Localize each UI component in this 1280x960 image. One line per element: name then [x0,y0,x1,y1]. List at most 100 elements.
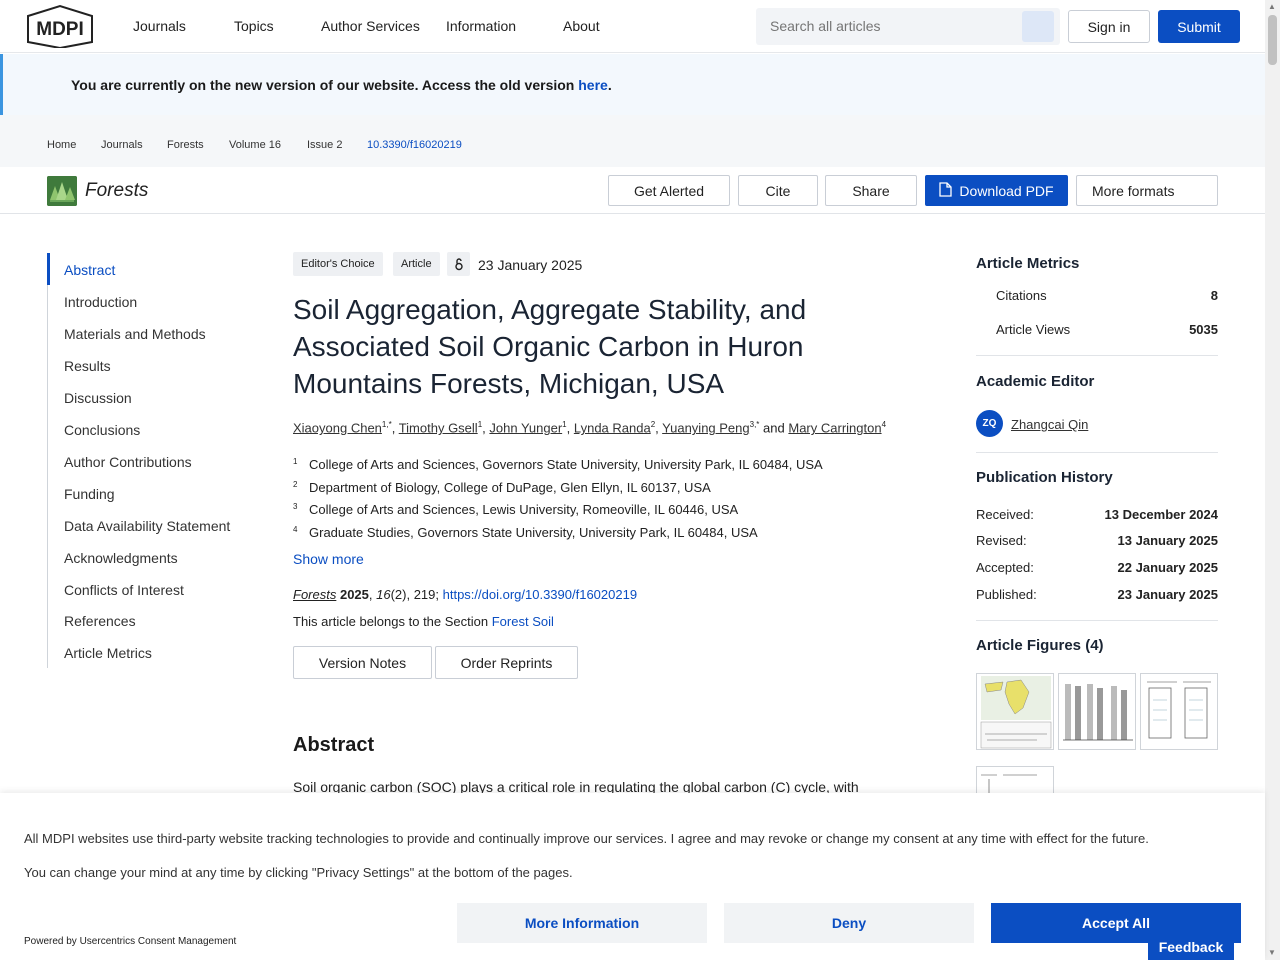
consent-text-2: You can change your mind at any time by … [24,865,573,880]
doi-link[interactable]: https://doi.org/10.3390/f16020219 [443,587,637,602]
history-date: 13 December 2024 [1104,507,1218,522]
scroll-up-icon[interactable]: ▲ [1268,2,1276,11]
figures-heading: Article Figures (4) [976,637,1104,654]
toc-active-indicator [47,253,50,285]
breadcrumb-journals[interactable]: Journals [101,139,143,151]
forests-logo-icon[interactable] [47,176,77,206]
history-row: Accepted: 22 January 2025 [976,560,1218,575]
toc-funding[interactable]: Funding [64,486,115,502]
author-link[interactable]: John Yunger [489,420,562,435]
toc-conclusions[interactable]: Conclusions [64,422,140,438]
download-pdf-button[interactable]: Download PDF [925,175,1068,206]
search-input[interactable] [770,18,1010,34]
submit-button[interactable]: Submit [1158,10,1240,43]
history-label: Accepted: [976,560,1034,575]
affiliation-num: 3 [293,502,298,511]
cite-button[interactable]: Cite [738,175,818,206]
scroll-down-icon[interactable]: ▼ [1268,948,1276,957]
author-link[interactable]: Mary Carrington [788,420,881,435]
search-button[interactable] [1022,11,1054,42]
journal-name[interactable]: Forests [85,180,148,202]
author-link[interactable]: Timothy Gsell [399,420,478,435]
new-version-banner: You are currently on the new version of … [0,54,1265,115]
deny-button[interactable]: Deny [724,903,974,943]
mdpi-logo[interactable]: MDPI [25,4,95,50]
nav-journals[interactable]: Journals [133,18,186,34]
feedback-button[interactable]: Feedback [1148,933,1234,960]
toc-author-contributions[interactable]: Author Contributions [64,454,192,470]
figure-thumbnail[interactable] [1140,673,1218,750]
figure-thumbnail[interactable] [976,766,1054,794]
divider [976,620,1218,621]
toc-data-availability[interactable]: Data Availability Statement [64,518,230,534]
affiliation-text: Graduate Studies, Governors State Univer… [309,525,758,540]
editor-name-link[interactable]: Zhangcai Qin [1011,417,1088,432]
breadcrumb-volume[interactable]: Volume 16 [229,139,281,151]
divider [976,355,1218,356]
toc-acknowledgments[interactable]: Acknowledgments [64,550,178,566]
page-scrollbar[interactable]: ▲ ▼ [1265,0,1280,960]
affiliation: 1 College of Arts and Sciences, Governors… [293,457,823,472]
affiliation-text: College of Arts and Sciences, Lewis Univ… [309,502,739,517]
banner-period: . [607,77,612,93]
breadcrumb-issue[interactable]: Issue 2 [307,139,342,151]
nav-topics[interactable]: Topics [234,18,274,34]
author-link[interactable]: Yuanying Peng [662,420,749,435]
breadcrumb-doi[interactable]: 10.3390/f16020219 [367,139,462,151]
author-sup: 3,* [749,420,760,429]
toc-introduction[interactable]: Introduction [64,294,137,310]
scroll-thumb[interactable] [1268,15,1277,65]
section-prefix: This article belongs to the Section [293,614,492,629]
show-more-link[interactable]: Show more [293,551,364,567]
version-notes-button[interactable]: Version Notes [293,646,432,679]
toc-materials-methods[interactable]: Materials and Methods [64,326,206,342]
views-label: Article Views [996,322,1071,337]
toc-references[interactable]: References [64,613,136,629]
affiliation: 3 College of Arts and Sciences, Lewis Uni… [293,502,738,517]
and-word: and [763,420,785,436]
author-sup: 1 [477,420,483,429]
breadcrumb-home[interactable]: Home [47,139,76,151]
toc-article-metrics[interactable]: Article Metrics [64,645,152,661]
citation-year: 2025 [339,587,369,602]
affiliation-num: 4 [293,525,298,534]
editors-choice-badge: Editor's Choice [293,252,383,276]
nav-information[interactable]: Information [446,18,516,34]
search-box [756,8,1060,45]
breadcrumb-forests[interactable]: Forests [167,139,204,151]
table-of-contents: Abstract Introduction Materials and Meth… [47,253,247,668]
consent-powered-by[interactable]: Powered by Usercentrics Consent Manageme… [24,936,236,947]
citations-count: 8 [1210,288,1218,303]
affiliation-num: 1 [293,457,298,466]
sign-in-button[interactable]: Sign in [1068,10,1150,43]
old-version-link[interactable]: here [578,77,608,93]
share-button[interactable]: Share [825,175,917,206]
author-sup: 2 [650,420,656,429]
toc-results[interactable]: Results [64,358,111,374]
affiliation-text: Department of Biology, College of DuPage… [309,480,711,495]
more-formats-button[interactable]: More formats [1076,175,1218,206]
citation-line: Forests 2025, 16(2), 219; https://doi.or… [293,587,638,602]
citations-row[interactable]: Citations 8 [976,288,1218,303]
avatar: ZQ [976,410,1003,437]
toc-abstract[interactable]: Abstract [64,262,115,278]
author-link[interactable]: Xiaoyong Chen [293,420,382,435]
order-reprints-button[interactable]: Order Reprints [435,646,578,679]
toc-discussion[interactable]: Discussion [64,390,132,406]
affiliation-text: College of Arts and Sciences, Governors … [309,457,823,472]
author-link[interactable]: Lynda Randa [574,420,651,435]
more-information-button[interactable]: More Information [457,903,707,943]
article-title: Soil Aggregation, Aggregate Stability, a… [293,294,807,399]
nav-about[interactable]: About [563,18,600,34]
section-link[interactable]: Forest Soil [492,614,554,629]
abstract-heading: Abstract [293,734,375,756]
nav-author-services[interactable]: Author Services [321,18,420,34]
get-alerted-button[interactable]: Get Alerted [608,175,730,206]
figure-thumbnail[interactable] [976,673,1054,750]
history-heading: Publication History [976,469,1113,486]
citation-journal[interactable]: Forests [293,587,336,602]
toc-conflicts[interactable]: Conflicts of Interest [64,582,184,598]
figure-thumbnail[interactable] [1058,673,1136,750]
banner-text: You are currently on the new version of … [71,77,612,93]
views-row[interactable]: Article Views 5035 [976,322,1218,337]
